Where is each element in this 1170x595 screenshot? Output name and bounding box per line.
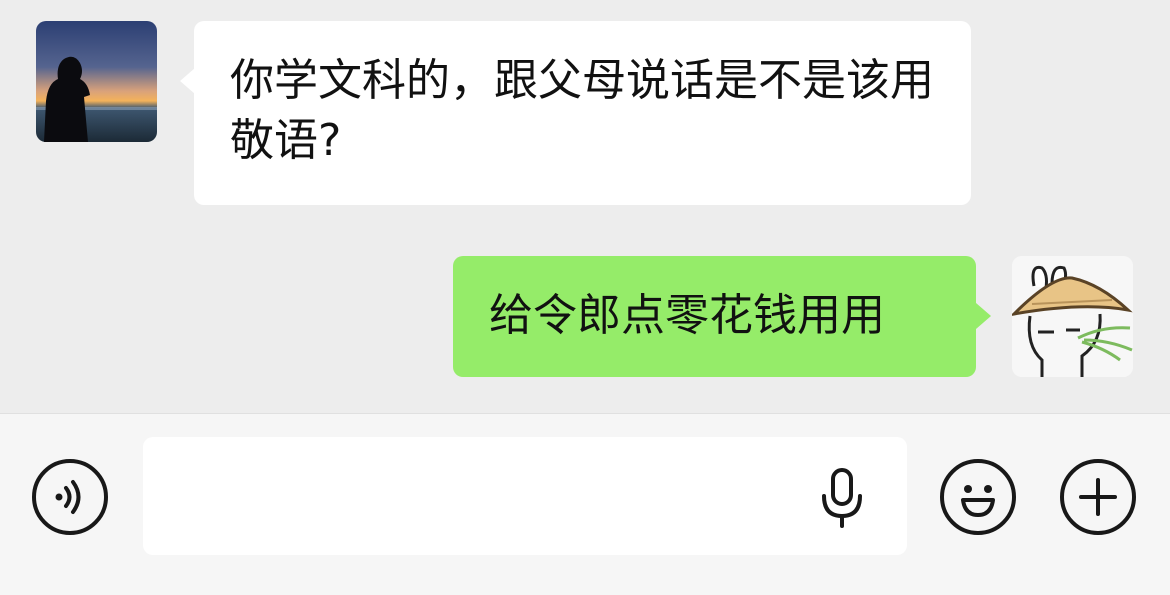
message-list[interactable]: 你学文科的，跟父母说话是不是该用敬语? 给令郎点零花钱用用	[0, 0, 1170, 413]
emoji-icon[interactable]	[940, 459, 1016, 535]
bubble-tail	[976, 303, 991, 329]
outgoing-message-text: 给令郎点零花钱用用	[489, 290, 885, 341]
outgoing-message-bubble[interactable]: 给令郎点零花钱用用	[453, 256, 976, 377]
contact-avatar[interactable]	[36, 21, 157, 142]
voice-icon[interactable]	[32, 459, 108, 535]
message-input[interactable]	[143, 437, 907, 555]
incoming-message-bubble[interactable]: 你学文科的，跟父母说话是不是该用敬语?	[194, 21, 971, 205]
incoming-message-text: 你学文科的，跟父母说话是不是该用敬语?	[230, 55, 934, 166]
plus-icon[interactable]	[1060, 459, 1136, 535]
chat-screen: 你学文科的，跟父母说话是不是该用敬语? 给令郎点零花钱用用	[0, 0, 1170, 595]
bubble-tail	[180, 68, 195, 94]
input-bar	[0, 413, 1170, 595]
mic-icon[interactable]	[818, 468, 866, 528]
self-avatar[interactable]	[1012, 256, 1133, 377]
